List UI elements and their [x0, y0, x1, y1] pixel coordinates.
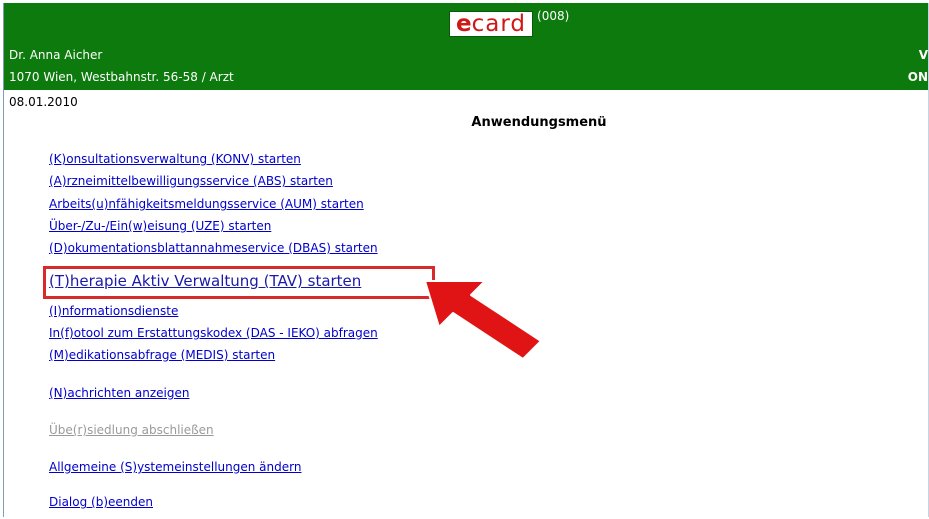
ecard-logo-text-rest: card	[471, 11, 527, 37]
red-arrow-icon	[424, 280, 542, 360]
menu-item-medis[interactable]: (M)edikationsabfrage (MEDIS) starten	[49, 348, 275, 362]
header-bar: e card (008) Dr. Anna Aicher 1070 Wien, W…	[4, 3, 928, 90]
doctor-name: Dr. Anna Aicher	[9, 48, 103, 62]
header-right-top: V	[918, 48, 928, 62]
menu-item-dialog-beenden[interactable]: Dialog (b)eenden	[49, 495, 153, 509]
menu-title: Anwendungsmenü	[471, 115, 607, 130]
menu-item-dbas[interactable]: (D)okumentationsblattannahmeservice (DBA…	[49, 241, 378, 255]
ecard-logo-box: e card	[449, 11, 534, 37]
menu-item-uze[interactable]: Über-/Zu-/Ein(w)eisung (UZE) starten	[49, 219, 271, 233]
ecard-logo-text: e	[456, 11, 472, 37]
highlight-box	[43, 266, 435, 299]
header-right-bottom: ON	[907, 70, 928, 84]
menu-item-informationsdienste[interactable]: (I)nformationsdienste	[49, 304, 178, 318]
menu-item-infotool[interactable]: In(f)otool zum Erstattungskodex (DAS - I…	[49, 326, 378, 340]
application-window: e card (008) Dr. Anna Aicher 1070 Wien, W…	[3, 3, 929, 517]
doctor-address: 1070 Wien, Westbahnstr. 56-58 / Arzt	[9, 70, 234, 84]
menu-item-konv[interactable]: (K)onsultationsverwaltung (KONV) starten	[49, 152, 301, 166]
menu-item-nachrichten[interactable]: (N)achrichten anzeigen	[49, 386, 189, 400]
ecard-logo: e card (008)	[449, 9, 570, 41]
menu-item-abs[interactable]: (A)rzneimittelbewilligungsservice (ABS) …	[49, 174, 333, 188]
current-date: 08.01.2010	[9, 95, 78, 109]
ecard-code: (008)	[537, 9, 570, 23]
menu-item-systemeinstellungen[interactable]: Allgemeine (S)ystemeinstellungen ändern	[49, 460, 301, 474]
menu-item-uebersiedlung: Übe(r)siedlung abschließen	[49, 423, 214, 437]
menu-item-aum[interactable]: Arbeits(u)nfähigkeitsmeldungsservice (AU…	[49, 197, 364, 211]
